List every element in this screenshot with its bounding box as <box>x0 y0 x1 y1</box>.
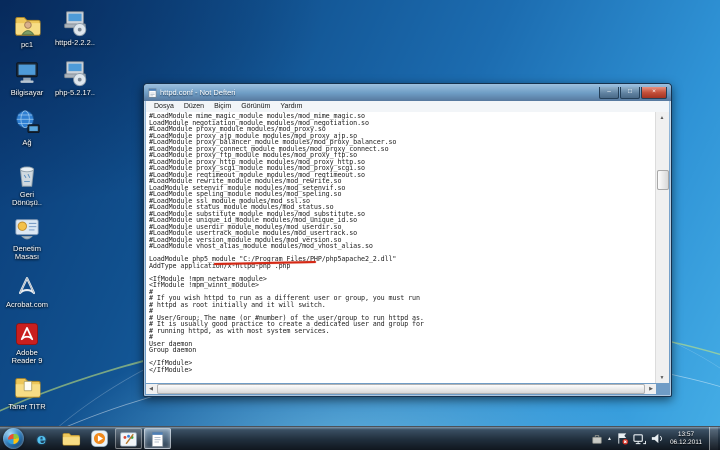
menu-edit[interactable]: Düzen <box>179 103 209 110</box>
desktop-icon-httpd-installer[interactable]: httpd-2.2.2.. <box>52 8 98 47</box>
vertical-scrollbar[interactable]: ▲ ▼ <box>655 112 669 383</box>
minimize-button[interactable]: – <box>599 87 619 99</box>
desktop-icon-label: Bilgisayar <box>4 89 50 97</box>
desktop-icon-label: Geri Dönüşü.. <box>4 191 50 207</box>
installer-icon <box>60 8 90 38</box>
window-titlebar[interactable]: httpd.conf - Not Defteri – □ × <box>144 84 671 101</box>
taskbar-media-player[interactable] <box>86 428 113 449</box>
notepad-window: httpd.conf - Not Defteri – □ × Dosya Düz… <box>143 83 672 397</box>
desktop-icon-pc1[interactable]: pc1 <box>4 10 50 49</box>
desktop-icon-label: Acrobat.com <box>4 301 50 309</box>
desktop-icon-label: php-5.2.17.. <box>52 89 98 97</box>
scroll-down-icon[interactable]: ▼ <box>656 372 668 383</box>
desktop-icon-recycle-bin[interactable]: Geri Dönüşü.. <box>4 160 50 207</box>
taskbar-internet-explorer[interactable]: e <box>28 428 55 449</box>
menu-view[interactable]: Görünüm <box>236 103 275 110</box>
text-line: </IfModule> <box>149 367 656 374</box>
horizontal-scrollbar-thumb[interactable] <box>157 384 645 394</box>
window-title: httpd.conf - Not Defteri <box>160 88 235 97</box>
menu-format[interactable]: Biçim <box>209 103 236 110</box>
horizontal-scrollbar[interactable]: ◀ ▶ <box>146 384 656 394</box>
taskbar-notepad[interactable] <box>144 428 171 449</box>
menu-file[interactable]: Dosya <box>149 103 179 110</box>
taskbar-windows-explorer[interactable] <box>57 428 84 449</box>
volume-icon[interactable] <box>650 432 663 445</box>
network-status-icon[interactable] <box>633 432 646 445</box>
show-desktop-button[interactable] <box>709 427 718 450</box>
clock-time: 13:57 <box>670 431 702 439</box>
menu-help[interactable]: Yardım <box>275 103 307 110</box>
tray-app-icon[interactable] <box>591 433 603 445</box>
computer-icon <box>12 58 42 88</box>
control-panel-icon <box>12 214 42 244</box>
desktop: pc1 httpd-2.2.2.. Bilgisayar php-5.2.17 <box>0 0 720 450</box>
hidden-icons-chevron[interactable]: ▲ <box>607 436 612 442</box>
paint-icon <box>119 430 138 448</box>
desktop-icon-control-panel[interactable]: Denetim Masası <box>4 214 50 261</box>
close-button[interactable]: × <box>641 87 667 99</box>
adobe-reader-icon <box>13 320 41 348</box>
notepad-window-icon <box>148 88 157 98</box>
clock-date: 06.12.2011 <box>670 439 702 447</box>
maximize-button[interactable]: □ <box>620 87 640 99</box>
notepad-icon <box>149 430 166 448</box>
desktop-icon-acrobat-com[interactable]: Acrobat.com <box>4 272 50 309</box>
scroll-left-icon[interactable]: ◀ <box>146 384 156 394</box>
media-player-icon <box>90 429 109 448</box>
taskbar-clock[interactable]: 13:57 06.12.2011 <box>667 431 705 446</box>
desktop-icon-label: Ağ <box>4 139 50 147</box>
desktop-icon-label: pc1 <box>4 41 50 49</box>
scroll-up-icon[interactable]: ▲ <box>656 112 668 123</box>
desktop-icon-network[interactable]: Ağ <box>4 108 50 147</box>
desktop-icon-label: Denetim Masası <box>4 245 50 261</box>
desktop-icon-label: Taner TITR <box>4 403 50 411</box>
window-controls: – □ × <box>598 87 667 99</box>
desktop-icon-computer[interactable]: Bilgisayar <box>4 58 50 97</box>
desktop-icon-taner-folder[interactable]: Taner TITR <box>4 372 50 411</box>
scroll-right-icon[interactable]: ▶ <box>646 384 656 394</box>
notepad-text: #LoadModule mime_magic_module modules/mo… <box>149 113 656 373</box>
recycle-bin-icon <box>12 160 42 190</box>
start-button[interactable] <box>3 428 24 449</box>
text-editor-area[interactable]: #LoadModule mime_magic_module modules/mo… <box>146 112 656 383</box>
windows-explorer-icon <box>61 430 81 448</box>
action-center-flag-icon[interactable] <box>616 432 629 445</box>
desktop-icon-adobe-reader[interactable]: Adobe Reader 9 <box>4 320 50 365</box>
desktop-icon-label: Adobe Reader 9 <box>4 349 50 365</box>
vertical-scrollbar-thumb[interactable] <box>657 170 669 190</box>
windows-logo-icon <box>8 433 19 444</box>
installer-icon <box>60 58 90 88</box>
desktop-icon-label: httpd-2.2.2.. <box>52 39 98 47</box>
desktop-icon-php-installer[interactable]: php-5.2.17.. <box>52 58 98 97</box>
folder-icon <box>12 372 42 402</box>
taskbar-paint[interactable] <box>115 428 142 449</box>
acrobat-icon <box>13 272 41 300</box>
internet-explorer-icon: e <box>37 430 47 448</box>
network-globe-icon <box>12 108 42 138</box>
user-folder-icon <box>12 10 42 40</box>
taskbar: e <box>0 426 720 450</box>
system-tray: ▲ <box>591 427 720 450</box>
